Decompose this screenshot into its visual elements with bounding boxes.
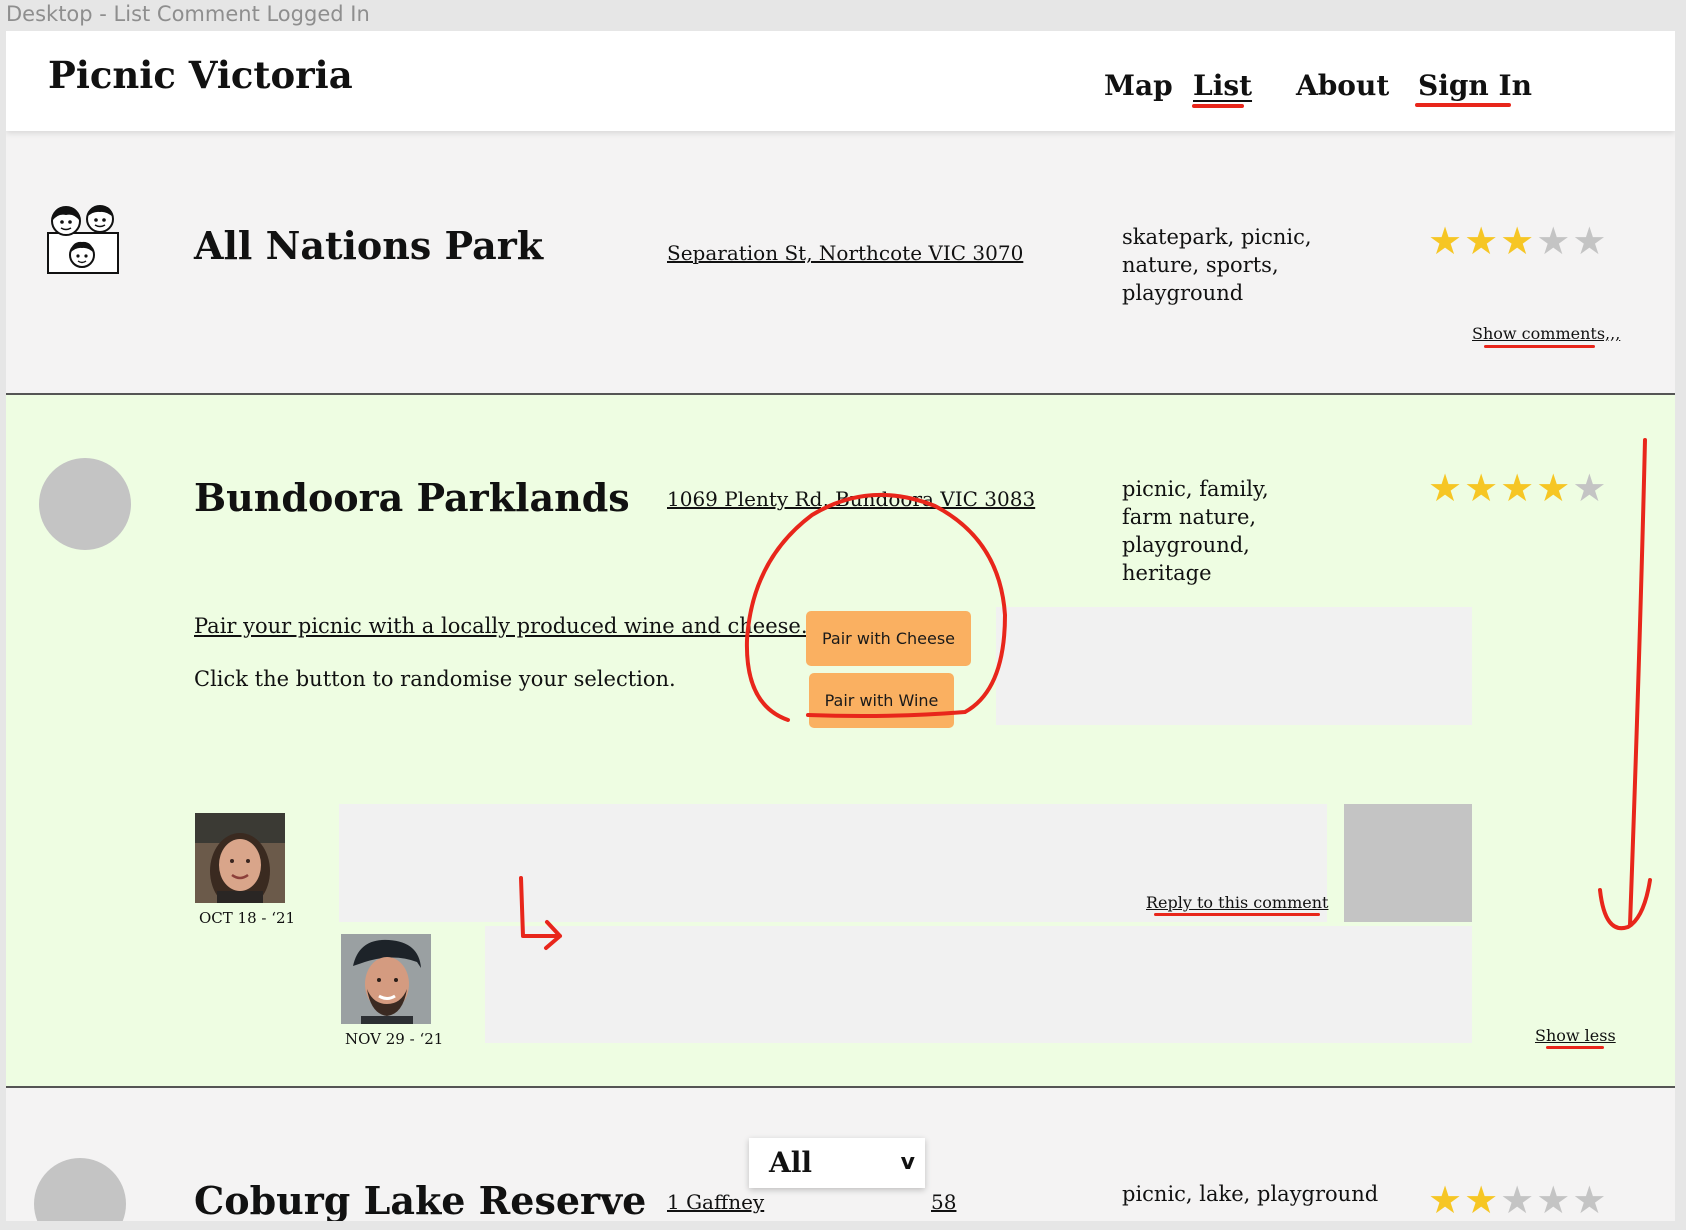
nav-about[interactable]: About: [1296, 69, 1389, 102]
park-address-suffix[interactable]: 58: [931, 1190, 956, 1214]
park-image-placeholder: [34, 1158, 126, 1221]
family-icon: [46, 203, 122, 279]
pairing-result-panel: [996, 607, 1472, 725]
pair-with-wine-button[interactable]: Pair with Wine: [809, 673, 954, 728]
rating-stars: ★★★★★: [1428, 466, 1608, 510]
star-filled-icon: ★: [1464, 1178, 1501, 1221]
star-filled-icon: ★: [1500, 219, 1537, 263]
star-filled-icon: ★: [1464, 466, 1501, 510]
star-filled-icon: ★: [1428, 219, 1465, 263]
frame-title: Desktop - List Comment Logged In: [6, 2, 370, 26]
star-filled-icon: ★: [1500, 466, 1537, 510]
star-empty-icon: ★: [1572, 466, 1609, 510]
site-logo[interactable]: Picnic Victoria: [48, 53, 353, 97]
park-card-bundoora: Bundoora Parklands 1069 Plenty Rd, Bundo…: [6, 395, 1675, 1088]
rating-stars: ★★★★★: [1428, 1178, 1608, 1221]
star-filled-icon: ★: [1536, 466, 1573, 510]
nav-map[interactable]: Map: [1104, 69, 1173, 102]
annotation-underline-sign-in: [1415, 103, 1511, 107]
filter-dropdown[interactable]: All v: [749, 1138, 925, 1188]
pair-with-cheese-button[interactable]: Pair with Cheese: [806, 611, 971, 666]
filter-selected-value: All: [769, 1146, 812, 1179]
park-name[interactable]: All Nations Park: [194, 223, 543, 268]
nav-sign-in[interactable]: Sign In: [1418, 69, 1532, 102]
rating-stars: ★★★★★: [1428, 219, 1608, 263]
comment-image-placeholder: [1344, 804, 1472, 922]
park-address[interactable]: 1 Gaffney: [667, 1190, 764, 1214]
pairing-instruction: Click the button to randomise your selec…: [194, 667, 676, 691]
page-frame: Picnic Victoria Map List About Sign In A…: [6, 31, 1675, 1221]
reply-commenter-avatar: [341, 934, 431, 1024]
park-name[interactable]: Coburg Lake Reserve: [194, 1178, 646, 1221]
annotation-underline-list: [1192, 104, 1244, 108]
annotation-underline-reply: [1154, 913, 1320, 916]
pairing-intro-link[interactable]: Pair your picnic with a locally produced…: [194, 614, 821, 638]
star-empty-icon: ★: [1536, 219, 1573, 263]
star-empty-icon: ★: [1572, 219, 1609, 263]
chevron-down-icon: v: [900, 1150, 915, 1175]
park-card-all-nations: All Nations Park Separation St, Northcot…: [6, 131, 1675, 395]
comment-date: OCT 18 - ‘21: [199, 909, 296, 927]
park-address[interactable]: 1069 Plenty Rd, Bundoora VIC 3083: [667, 487, 1035, 511]
annotation-underline-show-comments: [1484, 345, 1595, 348]
show-comments-link[interactable]: Show comments,,,: [1472, 324, 1620, 343]
site-header: Picnic Victoria Map List About Sign In: [6, 31, 1675, 131]
park-tags: picnic, lake, playground: [1122, 1182, 1379, 1206]
show-less-link[interactable]: Show less: [1535, 1026, 1616, 1045]
reply-comment-date: NOV 29 - ‘21: [345, 1030, 444, 1048]
star-filled-icon: ★: [1428, 1178, 1465, 1221]
commenter-avatar: [195, 813, 285, 903]
star-empty-icon: ★: [1572, 1178, 1609, 1221]
park-image-placeholder: [39, 458, 131, 550]
reply-to-comment-link[interactable]: Reply to this comment: [1146, 893, 1328, 912]
park-name[interactable]: Bundoora Parklands: [194, 475, 630, 520]
star-empty-icon: ★: [1536, 1178, 1573, 1221]
park-tags: picnic, family, farm nature, playground,…: [1122, 477, 1269, 585]
park-address[interactable]: Separation St, Northcote VIC 3070: [667, 241, 1023, 265]
star-empty-icon: ★: [1500, 1178, 1537, 1221]
reply-comment-body: [485, 926, 1472, 1043]
annotation-underline-show-less: [1546, 1046, 1604, 1049]
star-filled-icon: ★: [1464, 219, 1501, 263]
nav-list[interactable]: List: [1193, 69, 1252, 102]
park-tags: skatepark, picnic, nature, sports, playg…: [1122, 225, 1312, 305]
star-filled-icon: ★: [1428, 466, 1465, 510]
